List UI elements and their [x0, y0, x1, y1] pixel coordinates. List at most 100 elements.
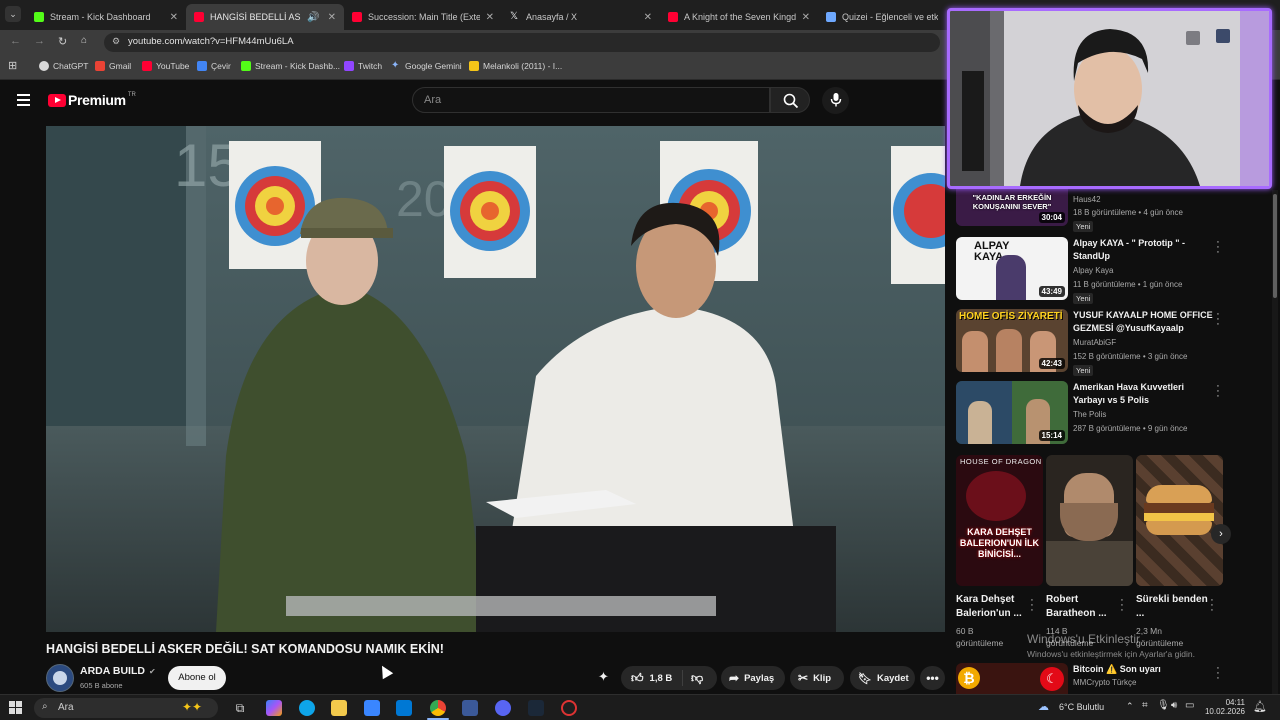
- weather-text[interactable]: 6°C Bulutlu: [1059, 702, 1104, 712]
- sidebar-video-title[interactable]: YUSUF KAYAALP HOME OFFICE GEZMESİ @Yusuf…: [1073, 309, 1213, 335]
- sidebar-video-thumbnail[interactable]: ALPAY KAYA 43:49: [956, 237, 1068, 300]
- file-explorer-icon[interactable]: [331, 700, 347, 716]
- more-vertical-icon[interactable]: · · ·: [1214, 663, 1222, 684]
- chevron-right-icon[interactable]: ›: [1211, 524, 1231, 544]
- address-bar[interactable]: ⚙ youtube.com/watch?v=HFM44mUu6LA: [104, 33, 940, 52]
- network-icon[interactable]: ⌗: [1142, 700, 1148, 711]
- sidebar-video-channel[interactable]: The Polis: [1073, 410, 1106, 419]
- edge-icon[interactable]: [299, 700, 315, 716]
- tab-quizei[interactable]: Quizei - Eğlenceli ve etkileşi: [818, 4, 946, 30]
- microphone-icon[interactable]: 🎙︎: [1157, 700, 1170, 711]
- tab-kick-dashboard[interactable]: Stream - Kick Dashboard ✕: [26, 4, 186, 30]
- close-icon[interactable]: ✕: [170, 12, 178, 23]
- dislike-button[interactable]: 👎︎: [683, 671, 703, 686]
- sidebar-video-thumbnail[interactable]: ₿ ☾: [956, 663, 1068, 694]
- sidebar-video-thumbnail[interactable]: HOME OFİS ZİYARETİ 42:43: [956, 309, 1068, 372]
- windows-start-icon[interactable]: [9, 701, 23, 715]
- tab-label: Quizei - Eğlenceli ve etkileşi: [842, 12, 938, 22]
- video-duration: 15:14: [1038, 430, 1065, 441]
- scrollbar-thumb[interactable]: [1273, 194, 1277, 298]
- channel-name-row[interactable]: ARDA BUILD ✔: [80, 665, 156, 677]
- sidebar-video-title[interactable]: Bitcoin ⚠️ Son uyarı: [1073, 663, 1213, 676]
- bookmark-twitch[interactable]: Twitch: [344, 61, 382, 71]
- store-icon[interactable]: [364, 700, 380, 716]
- taskbar-search[interactable]: ⌕ Ara ✦✦: [34, 698, 218, 718]
- short-title[interactable]: Robert Baratheon ...: [1046, 593, 1122, 621]
- search-button[interactable]: [770, 87, 810, 113]
- back-arrow-icon[interactable]: ←: [10, 35, 21, 47]
- discord-icon[interactable]: [495, 700, 511, 716]
- bookmark-youtube[interactable]: YouTube: [142, 61, 189, 71]
- more-vertical-icon[interactable]: · · ·: [1208, 595, 1216, 616]
- page-scrollbar[interactable]: [1272, 190, 1278, 694]
- sidebar-video-channel[interactable]: MuratAbiGF: [1073, 338, 1116, 347]
- apps-grid-icon[interactable]: ⊞: [8, 59, 17, 72]
- search-input[interactable]: Ara: [412, 87, 770, 113]
- short-thumbnail[interactable]: [1046, 455, 1133, 586]
- like-button[interactable]: 👍︎ 1,8 B: [621, 670, 683, 686]
- clip-button[interactable]: ✂ Klip: [790, 666, 844, 690]
- more-actions-button[interactable]: •••: [920, 666, 945, 690]
- forward-arrow-icon[interactable]: →: [34, 35, 45, 47]
- reload-icon[interactable]: ↻: [58, 35, 67, 48]
- close-icon[interactable]: ✕: [328, 12, 336, 23]
- copilot-icon[interactable]: [266, 700, 282, 716]
- save-button[interactable]: 🔖︎ Kaydet: [850, 666, 915, 690]
- outlook-icon[interactable]: [396, 700, 412, 716]
- sidebar-video-thumbnail[interactable]: 15:14: [956, 381, 1068, 444]
- bookmark-kick[interactable]: Stream - Kick Dashb...: [241, 61, 340, 71]
- youtube-premium-logo[interactable]: Premium TR: [48, 92, 136, 108]
- app-icon[interactable]: [462, 700, 478, 716]
- battery-icon[interactable]: ▭: [1185, 700, 1194, 711]
- more-vertical-icon[interactable]: · · ·: [1214, 237, 1222, 258]
- channel-avatar[interactable]: [46, 664, 74, 692]
- short-title[interactable]: Sürekli benden ...: [1136, 593, 1212, 621]
- volume-icon[interactable]: 🔊︎: [1171, 700, 1177, 711]
- site-info-icon[interactable]: ⚙: [112, 36, 120, 47]
- channel-name[interactable]: ARDA BUILD: [80, 665, 145, 677]
- bookmark-gmail[interactable]: Gmail: [95, 61, 131, 71]
- task-view-icon[interactable]: ⧉: [232, 700, 248, 716]
- bookmark-melankoli[interactable]: Melankoli (2011) - I...: [469, 61, 562, 71]
- bookmark-label: Melankoli (2011) - I...: [483, 61, 563, 71]
- sidebar-video-channel[interactable]: Alpay Kaya: [1073, 266, 1113, 275]
- voice-search-button[interactable]: [822, 87, 849, 114]
- hamburger-menu-icon[interactable]: [17, 94, 30, 106]
- share-button[interactable]: ➦ Paylaş: [721, 666, 785, 690]
- speaker-icon[interactable]: 🔊: [307, 12, 319, 23]
- chrome-icon[interactable]: [430, 700, 446, 716]
- more-vertical-icon[interactable]: · · ·: [1118, 595, 1126, 616]
- tab-x[interactable]: 𝕏 Anasayfa / X ✕: [502, 4, 660, 30]
- more-vertical-icon[interactable]: · · ·: [1214, 381, 1222, 402]
- chevron-up-icon[interactable]: ⌃: [1126, 701, 1134, 712]
- sidebar-video-title[interactable]: Alpay KAYA - " Prototip " - StandUp: [1073, 237, 1213, 263]
- tab-search-button[interactable]: ⌄: [5, 6, 21, 22]
- steam-icon[interactable]: [528, 700, 544, 716]
- ai-sparkle-icon[interactable]: ✦: [598, 669, 609, 685]
- clock[interactable]: 04:11 10.02.2026: [1203, 698, 1245, 716]
- tab-youtube-active[interactable]: HANGİSİ BEDELLİ ASKER DE 🔊 ✕: [186, 4, 344, 30]
- obs-icon[interactable]: [561, 700, 577, 716]
- translate-icon: [197, 61, 207, 71]
- close-icon[interactable]: ✕: [644, 12, 652, 23]
- close-icon[interactable]: ✕: [802, 12, 810, 23]
- subscribe-button[interactable]: Abone ol: [168, 666, 226, 690]
- bookmark-gemini[interactable]: ✦ Google Gemini: [391, 61, 462, 72]
- short-thumbnail[interactable]: [1136, 455, 1223, 586]
- video-player[interactable]: 15 20: [46, 126, 945, 632]
- more-vertical-icon[interactable]: · · ·: [1028, 595, 1036, 616]
- notification-bell-icon[interactable]: 🔔︎: [1253, 700, 1267, 713]
- sidebar-video-channel[interactable]: Haus42: [1073, 195, 1101, 204]
- close-icon[interactable]: ✕: [486, 12, 494, 23]
- x-logo-icon: 𝕏: [510, 11, 519, 22]
- bookmark-translate[interactable]: Çevir: [197, 61, 231, 71]
- short-title[interactable]: Kara Dehşet Balerion'un ...: [956, 593, 1032, 621]
- tab-succession[interactable]: Succession: Main Title (Extende ✕: [344, 4, 502, 30]
- home-icon[interactable]: ⌂: [81, 35, 87, 46]
- bookmark-chatgpt[interactable]: ChatGPT: [39, 61, 88, 71]
- tab-knight[interactable]: A Knight of the Seven Kingdom ✕: [660, 4, 818, 30]
- sidebar-video-channel[interactable]: MMCrypto Türkçe: [1073, 678, 1136, 687]
- sidebar-video-title[interactable]: Amerikan Hava Kuvvetleri Yarbayı vs 5 Po…: [1073, 381, 1213, 407]
- short-thumbnail[interactable]: HOUSE OF DRAGON KARA DEHŞET BALERION'UN …: [956, 455, 1043, 586]
- more-vertical-icon[interactable]: · · ·: [1214, 309, 1222, 330]
